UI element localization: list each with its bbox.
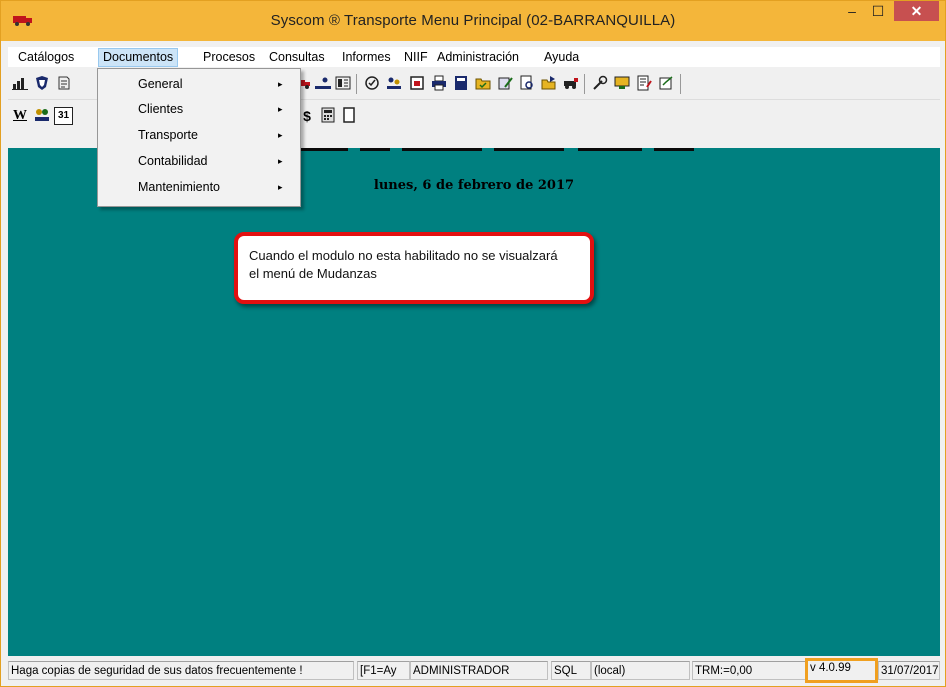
dropdown-item-label: General bbox=[138, 77, 183, 91]
submenu-arrow-icon: ▸ bbox=[278, 130, 283, 140]
printer-icon[interactable] bbox=[430, 75, 448, 93]
minimize-button[interactable]: – bbox=[839, 1, 865, 23]
menu-ayuda[interactable]: Ayuda bbox=[540, 49, 583, 66]
dropdown-item-label: Mantenimiento bbox=[138, 180, 220, 194]
app-window: Syscom ® Transporte Menu Principal (02-B… bbox=[0, 0, 946, 687]
menu-bar: Catálogos Documentos Procesos Consultas … bbox=[8, 47, 940, 67]
folder-arrow-icon[interactable] bbox=[540, 75, 558, 93]
calendar-31-icon[interactable]: 31 bbox=[54, 107, 73, 125]
search-doc-icon[interactable] bbox=[518, 75, 536, 93]
report-icon[interactable] bbox=[657, 75, 675, 93]
status-user: ADMINISTRADOR bbox=[410, 661, 548, 680]
info-callout: Cuando el modulo no esta habilitado no s… bbox=[234, 232, 594, 304]
documentos-dropdown: General ▸ Clientes ▸ Transporte ▸ Contab… bbox=[97, 68, 301, 207]
dropdown-item-label: Clientes bbox=[138, 102, 184, 116]
toolbar-separator bbox=[584, 74, 585, 94]
status-trm: TRM:=0,00 bbox=[692, 661, 806, 680]
status-version: v 4.0.99 bbox=[805, 658, 878, 683]
menu-consultas[interactable]: Consultas bbox=[265, 49, 329, 66]
folder-check-icon[interactable] bbox=[474, 75, 492, 93]
close-button[interactable]: ✕ bbox=[894, 1, 939, 21]
users-icon[interactable] bbox=[33, 107, 51, 125]
dropdown-item-contabilidad[interactable]: Contabilidad ▸ bbox=[98, 149, 300, 174]
status-date: 31/07/2017 bbox=[878, 661, 940, 680]
status-bar: Haga copias de seguridad de sus datos fr… bbox=[8, 658, 940, 683]
dropdown-item-label: Contabilidad bbox=[138, 154, 208, 168]
dropdown-item-clientes[interactable]: Clientes ▸ bbox=[98, 97, 300, 122]
toolbar-separator bbox=[356, 74, 357, 94]
toolbar-separator bbox=[680, 74, 681, 94]
menu-procesos[interactable]: Procesos bbox=[199, 49, 259, 66]
book-icon[interactable] bbox=[334, 75, 352, 93]
calculator-icon[interactable] bbox=[319, 107, 337, 125]
edit-doc-icon[interactable] bbox=[496, 75, 514, 93]
callout-text: Cuando el modulo no esta habilitado no s… bbox=[249, 248, 558, 281]
maximize-button[interactable]: ☐ bbox=[865, 1, 891, 23]
status-server: (local) bbox=[591, 661, 690, 680]
notes-icon[interactable] bbox=[635, 75, 653, 93]
person-desk-icon[interactable] bbox=[314, 75, 332, 93]
dropdown-item-label: Transporte bbox=[138, 128, 198, 142]
page-icon[interactable] bbox=[340, 107, 358, 125]
window-title: Syscom ® Transporte Menu Principal (02-B… bbox=[270, 12, 676, 29]
menu-catalogos[interactable]: Catálogos bbox=[14, 49, 78, 66]
submenu-arrow-icon: ▸ bbox=[278, 79, 283, 89]
dropdown-item-transporte[interactable]: Transporte ▸ bbox=[98, 123, 300, 148]
people-icon[interactable] bbox=[385, 75, 403, 93]
status-help-hint: [F1=Ay bbox=[357, 661, 410, 680]
dropdown-item-mantenimiento[interactable]: Mantenimiento ▸ bbox=[98, 175, 300, 200]
status-db-type: SQL bbox=[551, 661, 591, 680]
submenu-arrow-icon: ▸ bbox=[278, 182, 283, 192]
word-icon[interactable]: W bbox=[11, 107, 29, 125]
clipped-banner-decoration bbox=[288, 148, 708, 158]
menu-informes[interactable]: Informes bbox=[338, 49, 395, 66]
calendar-doc-icon[interactable] bbox=[408, 75, 426, 93]
main-workspace: lunes, 6 de febrero de 2017 Cuando el mo… bbox=[8, 148, 940, 656]
ledger-icon[interactable] bbox=[452, 75, 470, 93]
menu-administracion[interactable]: Administración bbox=[433, 49, 523, 66]
menu-niif[interactable]: NIIF bbox=[400, 49, 432, 66]
checklist-icon[interactable] bbox=[363, 75, 381, 93]
submenu-arrow-icon: ▸ bbox=[278, 104, 283, 114]
menu-documentos[interactable]: Documentos bbox=[98, 48, 179, 67]
status-backup-message: Haga copias de seguridad de sus datos fr… bbox=[8, 661, 354, 680]
settings-card-icon[interactable] bbox=[613, 75, 631, 93]
chart-icon[interactable] bbox=[11, 75, 29, 93]
vehicle-icon[interactable] bbox=[562, 75, 580, 93]
submenu-arrow-icon: ▸ bbox=[278, 156, 283, 166]
shield-icon[interactable] bbox=[33, 75, 51, 93]
dropdown-item-general[interactable]: General ▸ bbox=[98, 72, 300, 97]
tools-icon[interactable] bbox=[591, 75, 609, 93]
document-icon[interactable] bbox=[55, 75, 73, 93]
title-bar[interactable]: Syscom ® Transporte Menu Principal (02-B… bbox=[1, 1, 945, 41]
